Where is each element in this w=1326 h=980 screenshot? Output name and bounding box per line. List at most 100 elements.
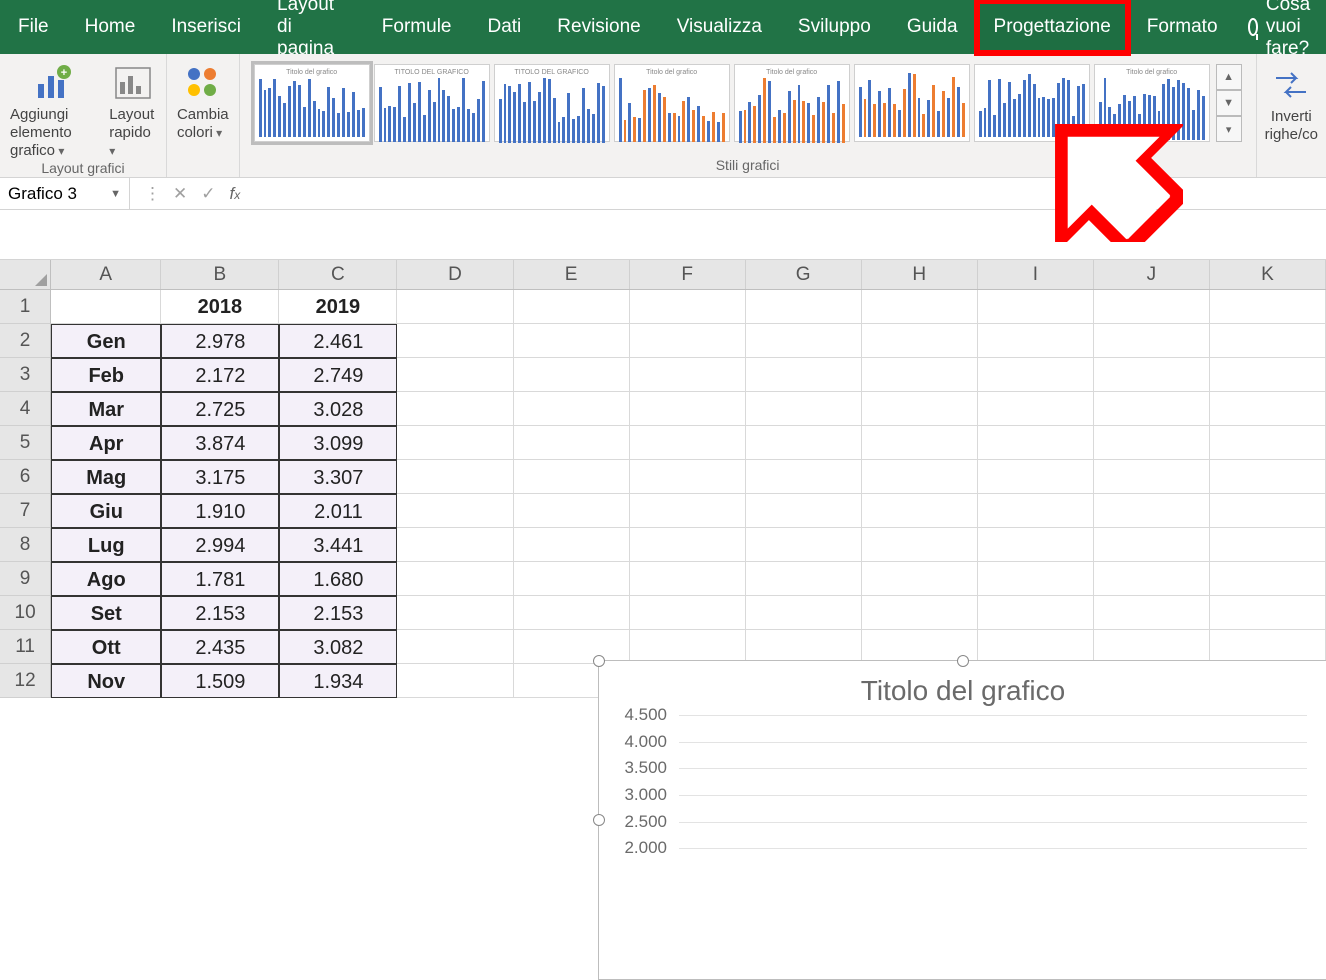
cell[interactable]: 1.910 xyxy=(161,494,279,528)
cell[interactable] xyxy=(1094,290,1210,324)
cell[interactable]: Ago xyxy=(51,562,161,596)
cell[interactable] xyxy=(1094,324,1210,358)
cell[interactable]: Lug xyxy=(51,528,161,562)
row-header[interactable]: 2 xyxy=(0,324,51,358)
cell[interactable] xyxy=(978,392,1094,426)
cell[interactable] xyxy=(746,630,862,664)
column-header[interactable]: I xyxy=(978,260,1094,289)
row-header[interactable]: 4 xyxy=(0,392,51,426)
cell[interactable] xyxy=(630,460,746,494)
chart-style-thumb[interactable] xyxy=(974,64,1090,142)
cell[interactable] xyxy=(1210,630,1326,664)
chart-style-thumb[interactable]: Titolo del grafico xyxy=(734,64,850,142)
cell[interactable]: 3.874 xyxy=(161,426,279,460)
column-header[interactable]: F xyxy=(630,260,746,289)
chart-style-thumb[interactable]: TITOLO DEL GRAFICO xyxy=(494,64,610,142)
cell[interactable] xyxy=(630,358,746,392)
cell[interactable] xyxy=(514,630,630,664)
cell[interactable]: 3.082 xyxy=(279,630,397,664)
cell[interactable] xyxy=(514,562,630,596)
cell[interactable] xyxy=(1210,392,1326,426)
cell[interactable] xyxy=(514,358,630,392)
cell[interactable] xyxy=(862,596,978,630)
cell[interactable]: Nov xyxy=(51,664,161,698)
cell[interactable] xyxy=(1210,358,1326,392)
tab-dati[interactable]: Dati xyxy=(469,0,539,54)
cell[interactable] xyxy=(862,494,978,528)
cell[interactable] xyxy=(1094,562,1210,596)
row-header[interactable]: 1 xyxy=(0,290,51,324)
tab-formule[interactable]: Formule xyxy=(364,0,470,54)
column-header[interactable]: D xyxy=(397,260,513,289)
row-header[interactable]: 10 xyxy=(0,596,51,630)
column-header[interactable]: H xyxy=(862,260,978,289)
cell[interactable] xyxy=(1094,358,1210,392)
cell[interactable] xyxy=(862,562,978,596)
formula-input[interactable] xyxy=(254,178,1326,209)
cell[interactable] xyxy=(630,562,746,596)
cell[interactable]: 3.441 xyxy=(279,528,397,562)
tab-visualizza[interactable]: Visualizza xyxy=(659,0,780,54)
cell[interactable]: 2.994 xyxy=(161,528,279,562)
chart-style-thumb[interactable] xyxy=(854,64,970,142)
cell[interactable] xyxy=(630,630,746,664)
tab-file[interactable]: File xyxy=(0,0,67,54)
cell[interactable] xyxy=(1210,324,1326,358)
cell[interactable]: 2018 xyxy=(161,290,279,324)
cell[interactable] xyxy=(862,358,978,392)
cell[interactable] xyxy=(1210,290,1326,324)
cell[interactable] xyxy=(1094,392,1210,426)
enter-icon[interactable]: ✓ xyxy=(201,184,215,204)
cell[interactable] xyxy=(397,290,513,324)
row-header[interactable]: 12 xyxy=(0,664,51,698)
cell[interactable] xyxy=(514,460,630,494)
cell[interactable] xyxy=(978,460,1094,494)
cell[interactable]: 2.725 xyxy=(161,392,279,426)
cell[interactable]: 1.781 xyxy=(161,562,279,596)
cell[interactable] xyxy=(514,494,630,528)
cell[interactable] xyxy=(630,324,746,358)
cell[interactable]: 2.435 xyxy=(161,630,279,664)
cell[interactable] xyxy=(397,324,513,358)
chart-style-thumb[interactable]: Titolo del grafico xyxy=(1094,64,1210,142)
cell[interactable] xyxy=(746,324,862,358)
cell[interactable] xyxy=(630,528,746,562)
cell[interactable] xyxy=(51,290,161,324)
cell[interactable] xyxy=(397,460,513,494)
cell[interactable]: 2.461 xyxy=(279,324,397,358)
quick-layout-button[interactable]: Layout rapido xyxy=(109,58,156,160)
chart-style-thumb[interactable]: Titolo del grafico xyxy=(254,64,370,142)
cell[interactable] xyxy=(862,392,978,426)
cell[interactable] xyxy=(397,562,513,596)
tell-me[interactable]: Cosa vuoi fare? xyxy=(1248,0,1326,60)
cell[interactable] xyxy=(746,290,862,324)
cell[interactable] xyxy=(746,426,862,460)
cell[interactable] xyxy=(1094,528,1210,562)
cell[interactable] xyxy=(1094,630,1210,664)
column-header[interactable]: J xyxy=(1094,260,1210,289)
gallery-scroll-button[interactable]: ▾ xyxy=(1216,116,1242,142)
cell[interactable] xyxy=(1210,528,1326,562)
cell[interactable]: 3.099 xyxy=(279,426,397,460)
cell[interactable] xyxy=(514,426,630,460)
cell[interactable]: 3.175 xyxy=(161,460,279,494)
chart-handle[interactable] xyxy=(593,814,605,826)
cell[interactable] xyxy=(862,528,978,562)
tab-inserisci[interactable]: Inserisci xyxy=(153,0,259,54)
name-box[interactable]: Grafico 3 ▼ xyxy=(0,178,130,209)
change-colors-button[interactable]: Cambia colori xyxy=(177,58,229,142)
cell[interactable]: 1.509 xyxy=(161,664,279,698)
cell[interactable]: Ott xyxy=(51,630,161,664)
cell[interactable]: 3.028 xyxy=(279,392,397,426)
cancel-icon[interactable]: ✕ xyxy=(173,184,187,204)
cell[interactable]: 2019 xyxy=(279,290,397,324)
cell[interactable] xyxy=(630,392,746,426)
chart-plot-area[interactable]: 4.5004.0003.5003.0002.5002.000 xyxy=(679,715,1307,955)
cell[interactable] xyxy=(1210,426,1326,460)
cell[interactable] xyxy=(514,528,630,562)
cell[interactable] xyxy=(746,562,862,596)
cell[interactable] xyxy=(978,290,1094,324)
cell[interactable] xyxy=(1094,494,1210,528)
cell[interactable] xyxy=(397,528,513,562)
cell[interactable]: Apr xyxy=(51,426,161,460)
